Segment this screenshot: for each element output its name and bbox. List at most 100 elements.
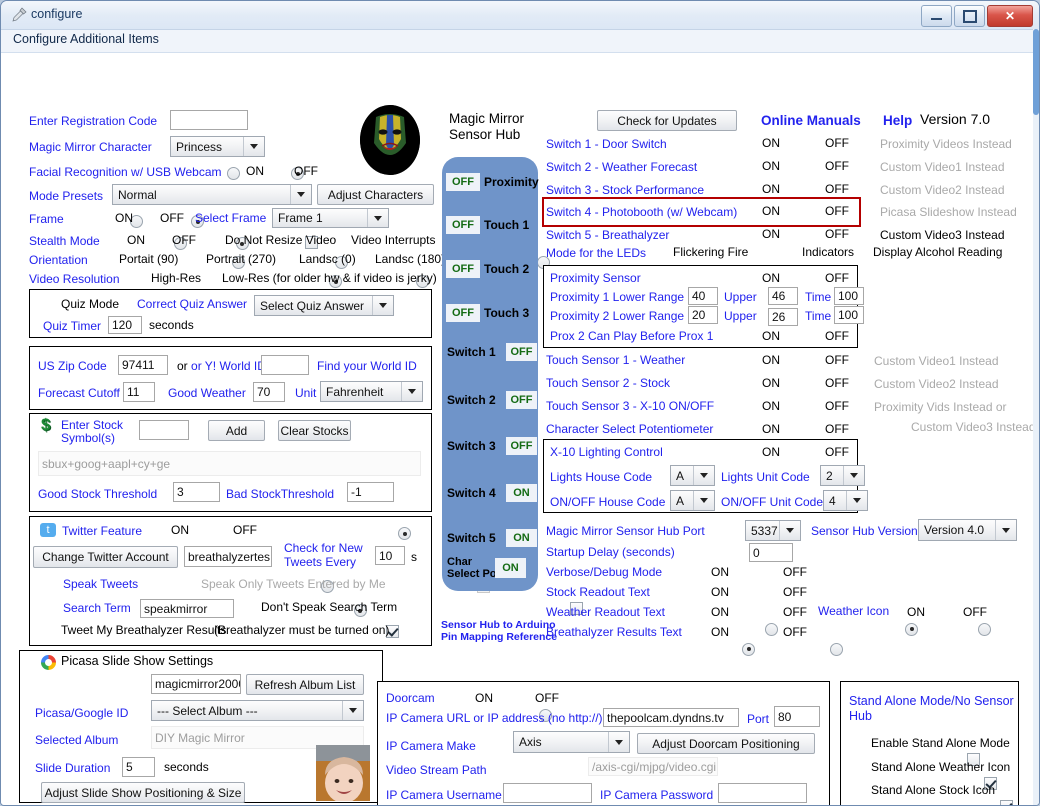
chevron-down-icon[interactable] [367, 209, 388, 227]
refresh-album-list-button[interactable]: Refresh Album List [246, 674, 364, 695]
proximity2-time-input[interactable]: 100 [834, 306, 864, 324]
chevron-down-icon[interactable] [779, 521, 800, 540]
pin-mapping-reference-link-2[interactable]: Pin Mapping Reference [441, 631, 557, 643]
find-world-id-link[interactable]: Find your World ID [317, 359, 417, 373]
forecast-cutoff-input[interactable]: 11 [123, 382, 155, 402]
led-indicators-label: Indicators [802, 245, 855, 259]
unit-value: Fahrenheit [326, 384, 384, 399]
bad-stock-threshold-input[interactable]: -1 [347, 482, 394, 502]
onoff-house-code-select[interactable]: A [670, 490, 715, 511]
chevron-down-icon[interactable] [372, 296, 393, 315]
breathalyzer-readout-on-radio[interactable] [742, 642, 756, 656]
proximity1-lower-input[interactable]: 40 [688, 287, 718, 305]
proximity1-time-input[interactable]: 100 [834, 287, 864, 305]
mode-presets-select[interactable]: Normal [112, 184, 312, 205]
slide-duration-input[interactable]: 5 [122, 757, 155, 777]
twitter-icon: t [40, 523, 56, 537]
change-twitter-account-button[interactable]: Change Twitter Account [33, 546, 178, 568]
world-id-input[interactable] [261, 355, 309, 375]
menu-item-configure-additional-items[interactable]: Configure Additional Items [13, 32, 159, 46]
twitter-account-input[interactable]: breathalyzertes [184, 546, 272, 567]
hub-port-select[interactable]: 5337 [745, 520, 801, 541]
close-button[interactable]: ✕ [987, 5, 1033, 27]
proximity-sensor-label: Proximity Sensor [550, 271, 641, 285]
search-term-input[interactable]: speakmirror [140, 599, 234, 618]
add-stock-button[interactable]: Add [208, 420, 265, 441]
touch3-off-label: OFF [825, 399, 849, 413]
port-input[interactable]: 80 [774, 706, 820, 727]
weather-icon-on-radio[interactable] [905, 622, 919, 636]
adjust-characters-button[interactable]: Adjust Characters [317, 184, 434, 205]
chevron-down-icon[interactable] [243, 137, 264, 156]
online-manuals-link[interactable]: Online Manuals [761, 113, 861, 128]
weather-readout-off-radio[interactable] [765, 622, 778, 636]
proximity2-lower-input[interactable]: 20 [688, 306, 718, 324]
lights-house-code-select[interactable]: A [670, 465, 715, 486]
zip-code-input[interactable]: 97411 [118, 355, 168, 375]
magic-mirror-character-select[interactable]: Princess [170, 136, 265, 157]
lights-unit-code-value: 2 [826, 468, 833, 483]
touch1-label: Touch Sensor 1 - Weather [546, 353, 686, 367]
facial-recognition-on-radio[interactable] [227, 167, 240, 181]
tweet-interval-unit: s [411, 550, 417, 564]
chevron-down-icon[interactable] [342, 701, 363, 720]
chevron-down-icon[interactable] [846, 491, 867, 510]
unit-select[interactable]: Fahrenheit [320, 381, 423, 402]
ip-camera-username-input[interactable] [503, 783, 592, 803]
tweet-interval-input[interactable]: 10 [375, 546, 405, 565]
maximize-button[interactable] [954, 5, 985, 27]
picasa-google-id-input[interactable]: magicmirror2000 [151, 674, 241, 694]
stock-symbol-input[interactable] [139, 420, 189, 440]
chevron-down-icon[interactable] [693, 491, 714, 510]
help-link[interactable]: Help [883, 113, 912, 128]
minimize-button[interactable] [921, 5, 952, 27]
quiz-answer-select[interactable]: Select Quiz Answer [254, 295, 394, 316]
hub-version-select[interactable]: Version 4.0 [918, 519, 1017, 541]
breathalyzer-readout-label: Breathalyzer Results Text [546, 625, 682, 639]
standalone-stock-icon-label: Stand Alone Stock Icon [871, 783, 996, 797]
scrollbar-thumb[interactable] [1033, 29, 1039, 115]
chevron-down-icon[interactable] [290, 185, 311, 204]
char-select-pot-off-label: OFF [825, 422, 849, 436]
picasa-google-id-label: Picasa/Google ID [35, 706, 129, 720]
touch3-on-label: ON [762, 399, 780, 413]
registration-code-input[interactable] [170, 110, 248, 130]
clear-stocks-button[interactable]: Clear Stocks [278, 420, 351, 441]
chevron-down-icon[interactable] [608, 732, 629, 752]
pin-mapping-reference-link-1[interactable]: Sensor Hub to Arduino [441, 619, 556, 631]
vertical-scrollbar[interactable] [1033, 29, 1039, 805]
chevron-down-icon[interactable] [995, 520, 1016, 540]
adjust-doorcam-positioning-button[interactable]: Adjust Doorcam Positioning [637, 733, 815, 754]
good-weather-label: Good Weather [168, 386, 246, 400]
select-frame-select[interactable]: Frame 1 [272, 208, 389, 228]
ip-camera-url-input[interactable]: thepoolcam.dyndns.tv [603, 708, 739, 727]
correct-quiz-answer-label: Correct Quiz Answer [137, 297, 248, 311]
onoff-unit-code-select[interactable]: 4 [823, 490, 868, 511]
startup-delay-input[interactable]: 0 [749, 543, 793, 562]
breathalyzer-readout-off-radio[interactable] [830, 642, 844, 656]
proximity1-lower-label: Proximity 1 Lower Range [550, 290, 685, 304]
facial-recognition-on-label: ON [246, 164, 264, 178]
hub-port-label: Magic Mirror Sensor Hub Port [546, 524, 705, 538]
led-mode-label: Mode for the LEDs [546, 246, 647, 260]
lights-unit-code-label: Lights Unit Code [721, 470, 810, 484]
picasa-albums-select[interactable]: --- Select Album --- [151, 700, 364, 721]
ip-camera-make-select[interactable]: Axis [513, 731, 630, 753]
quiz-timer-input[interactable]: 120 [108, 316, 142, 334]
proximity1-upper-input[interactable]: 46 [768, 287, 798, 305]
switch3-on-label: ON [762, 182, 780, 196]
weather-icon-off-radio[interactable] [977, 622, 991, 636]
proximity2-upper-input[interactable]: 26 [768, 308, 798, 326]
check-for-updates-button[interactable]: Check for Updates [597, 110, 737, 131]
good-weather-input[interactable]: 70 [253, 382, 285, 402]
chevron-down-icon[interactable] [843, 466, 864, 485]
good-stock-threshold-input[interactable]: 3 [173, 482, 220, 502]
chevron-down-icon[interactable] [401, 382, 422, 401]
standalone-weather-icon-label: Stand Alone Weather Icon [871, 760, 1011, 774]
proximity-off-label: OFF [825, 271, 849, 285]
chevron-down-icon[interactable] [693, 466, 714, 485]
lights-unit-code-select[interactable]: 2 [820, 465, 865, 486]
adjust-slideshow-button[interactable]: Adjust Slide Show Positioning & Size [41, 782, 245, 803]
ip-camera-password-input[interactable] [718, 783, 807, 803]
standalone-stock-icon-checkbox[interactable] [1000, 799, 1014, 805]
